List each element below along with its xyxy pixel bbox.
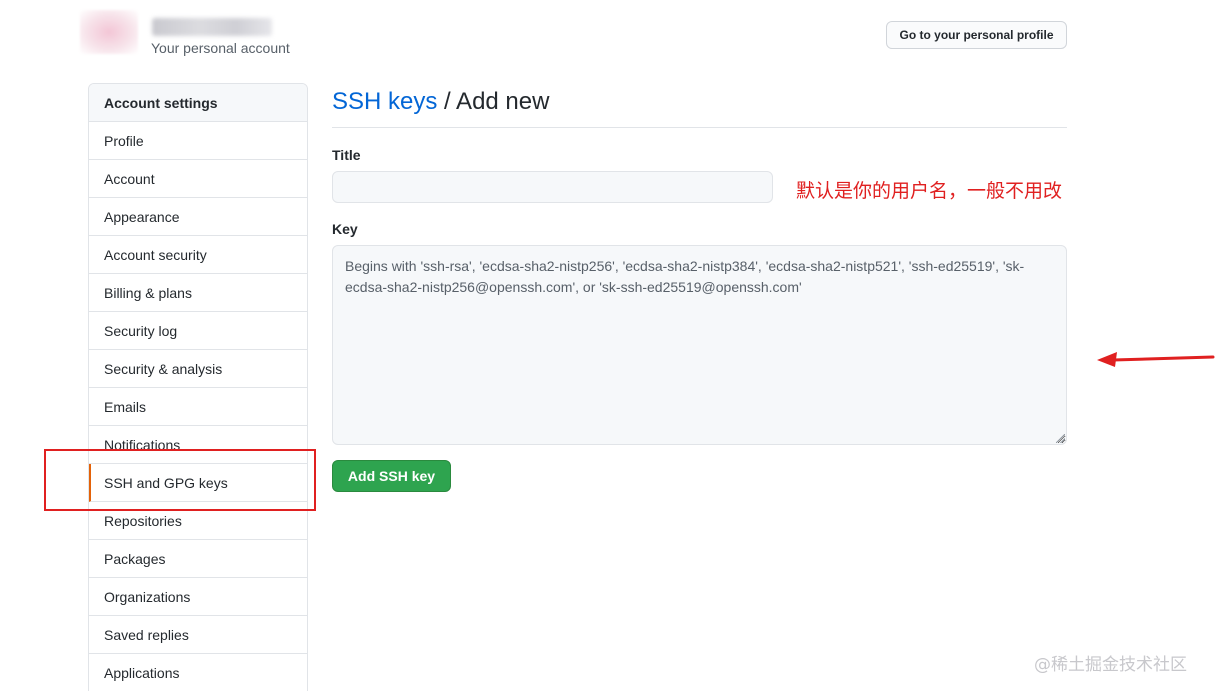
sidebar-item-account[interactable]: Account: [89, 160, 307, 198]
avatar[interactable]: [80, 10, 138, 54]
watermark: @稀土掘金技术社区: [1034, 655, 1187, 675]
go-to-profile-button[interactable]: Go to your personal profile: [886, 21, 1067, 49]
sidebar-item-packages[interactable]: Packages: [89, 540, 307, 578]
annotation-title-note: 默认是你的用户名，一般不用改: [796, 180, 1063, 202]
ssh-keys-breadcrumb-link[interactable]: SSH keys: [332, 88, 437, 115]
sidebar-item-account-security[interactable]: Account security: [89, 236, 307, 274]
sidebar-item-organizations[interactable]: Organizations: [89, 578, 307, 616]
page-title: SSH keys / Add new: [332, 88, 549, 116]
sidebar-item-security-log[interactable]: Security log: [89, 312, 307, 350]
blurred-username: [152, 18, 272, 36]
annotation-highlight-box: [44, 449, 316, 511]
sidebar-item-billing[interactable]: Billing & plans: [89, 274, 307, 312]
settings-page: Your personal account Go to your persona…: [0, 0, 1215, 691]
title-input[interactable]: [332, 171, 773, 203]
annotation-arrow-icon: [1097, 352, 1215, 367]
sidebar-item-profile[interactable]: Profile: [89, 122, 307, 160]
sidebar-item-emails[interactable]: Emails: [89, 388, 307, 426]
key-field-label: Key: [332, 221, 358, 237]
key-textarea[interactable]: [332, 245, 1067, 445]
account-subtitle: Your personal account: [151, 40, 290, 56]
sidebar-item-saved-replies[interactable]: Saved replies: [89, 616, 307, 654]
sidebar-heading: Account settings: [89, 84, 307, 122]
title-divider: [332, 127, 1067, 128]
sidebar-item-applications[interactable]: Applications: [89, 654, 307, 691]
page-title-rest: / Add new: [437, 88, 550, 115]
sidebar-item-security-analysis[interactable]: Security & analysis: [89, 350, 307, 388]
settings-sidebar: Account settings Profile Account Appeara…: [88, 83, 308, 691]
title-field-label: Title: [332, 147, 361, 163]
textarea-resize-handle[interactable]: [1056, 434, 1065, 443]
add-ssh-key-button[interactable]: Add SSH key: [332, 460, 451, 492]
sidebar-item-appearance[interactable]: Appearance: [89, 198, 307, 236]
